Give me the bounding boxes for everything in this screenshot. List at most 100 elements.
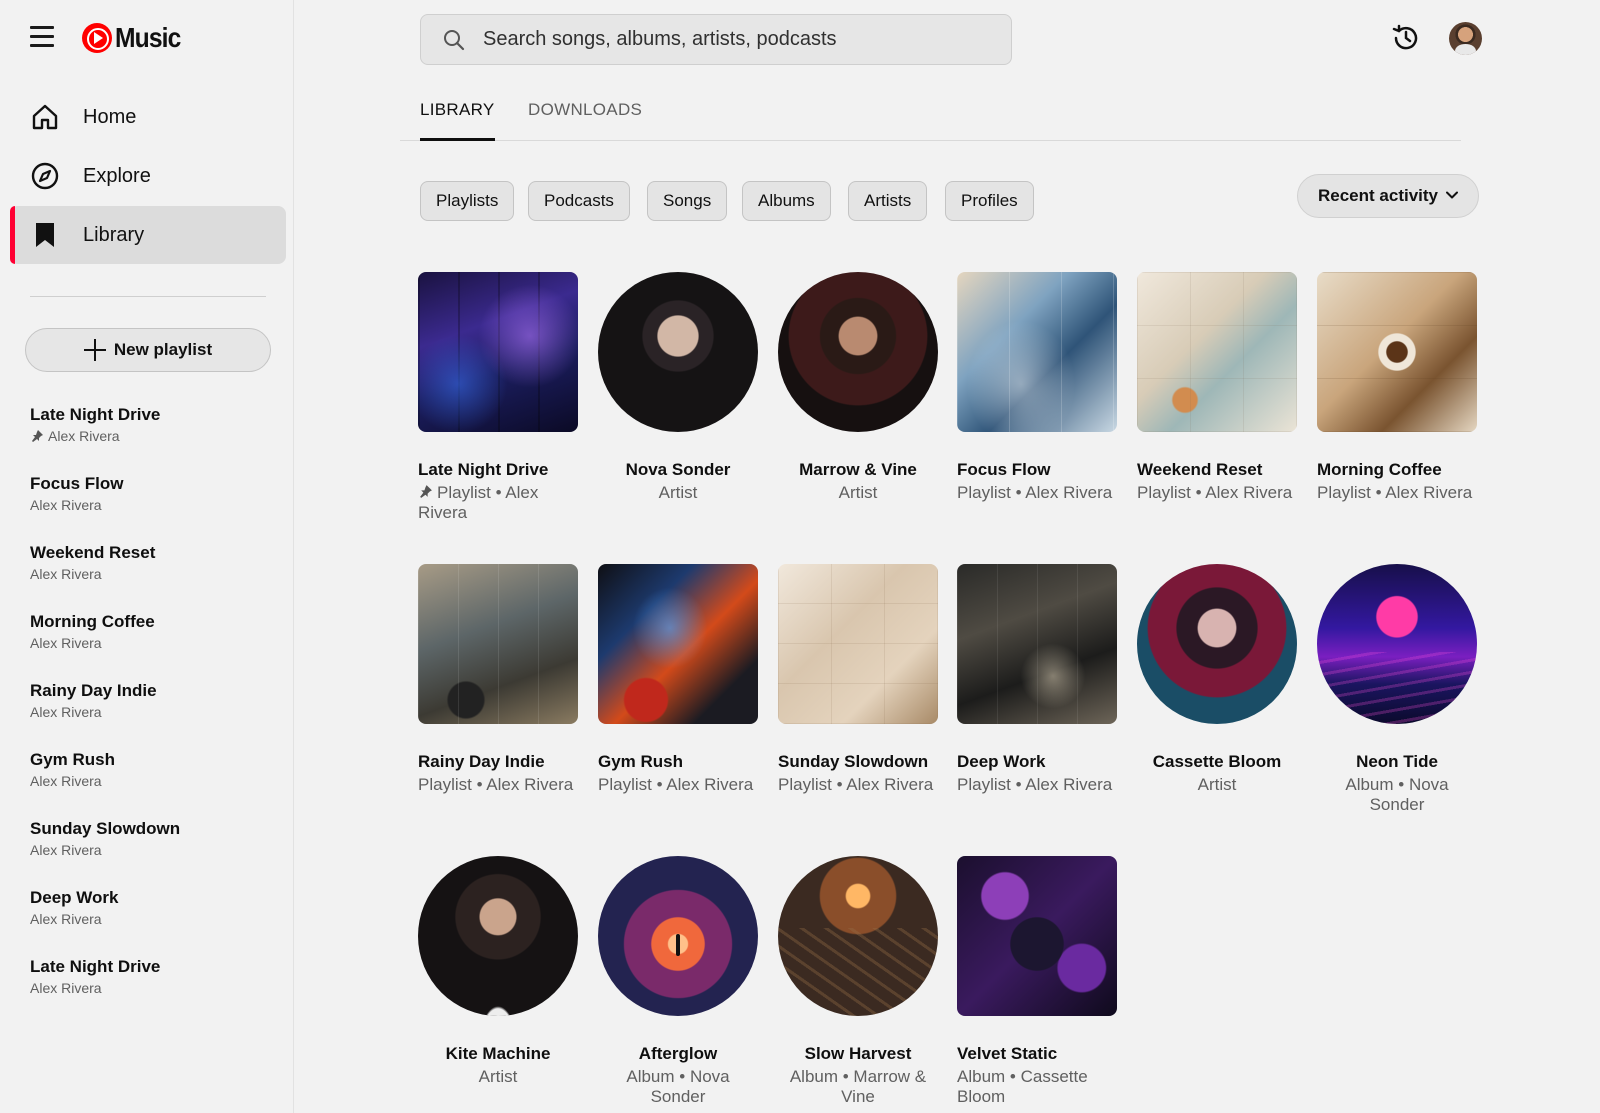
card-title: Weekend Reset: [1137, 460, 1263, 479]
sidebar-playlist-item[interactable]: Rainy Day Indie Alex Rivera: [30, 680, 280, 749]
search-icon: [444, 29, 465, 50]
library-card[interactable]: Marrow & Vine Artist: [778, 272, 938, 503]
sidebar-playlist-item[interactable]: Sunday Slowdown Alex Rivera: [30, 818, 280, 887]
library-card[interactable]: Gym Rush Playlist • Alex Rivera: [598, 564, 758, 795]
playlist-cover[interactable]: [418, 564, 578, 724]
playlist-owner: Alex Rivera: [30, 842, 102, 858]
library-card[interactable]: Morning Coffee Playlist • Alex Rivera: [1317, 272, 1477, 503]
card-subtitle: Playlist • Alex Rivera: [957, 483, 1113, 502]
app-logo[interactable]: Music: [82, 20, 182, 56]
artist-photo[interactable]: [1137, 564, 1297, 724]
chip-podcasts[interactable]: Podcasts: [528, 181, 630, 221]
sidebar-playlist-item[interactable]: Late Night Drive Alex Rivera: [30, 404, 280, 473]
playlist-title: Gym Rush: [30, 750, 116, 769]
playlist-title: Late Night Drive: [30, 405, 161, 424]
library-card[interactable]: Deep Work Playlist • Alex Rivera: [957, 564, 1117, 795]
chip-profiles[interactable]: Profiles: [945, 181, 1034, 221]
album-cover[interactable]: [778, 856, 938, 1016]
card-subtitle: Playlist • Alex Rivera: [598, 775, 754, 794]
sidebar-playlist-item[interactable]: Late Night Drive Alex Rivera: [30, 956, 280, 1025]
artist-photo[interactable]: [418, 856, 578, 1016]
playlist-title: Rainy Day Indie: [30, 681, 157, 700]
playlist-cover[interactable]: [1317, 272, 1477, 432]
search-bar[interactable]: [420, 14, 1012, 65]
sidebar-playlist-item[interactable]: Morning Coffee Alex Rivera: [30, 611, 280, 680]
library-tabs: LIBRARY DOWNLOADS: [400, 96, 1461, 141]
sort-dropdown[interactable]: Recent activity: [1297, 174, 1479, 218]
sidebar-playlist-item[interactable]: Focus Flow Alex Rivera: [30, 473, 280, 542]
card-title: Deep Work: [957, 752, 1046, 771]
library-card[interactable]: Slow Harvest Album • Marrow & Vine: [778, 856, 938, 1107]
music-logo-icon: [82, 23, 112, 53]
library-card[interactable]: Rainy Day Indie Playlist • Alex Rivera: [418, 564, 578, 795]
sidebar-playlist-item[interactable]: Weekend Reset Alex Rivera: [30, 542, 280, 611]
card-title: Rainy Day Indie: [418, 752, 545, 771]
nav-item-home[interactable]: Home: [10, 88, 286, 146]
sidebar-header: Music: [30, 22, 181, 53]
card-subtitle: Album • Cassette Bloom: [957, 1067, 1088, 1106]
playlist-cover[interactable]: [957, 272, 1117, 432]
app-name: Music: [115, 22, 181, 53]
album-cover[interactable]: [598, 856, 758, 1016]
nav-item-explore[interactable]: Explore: [10, 147, 286, 205]
menu-icon[interactable]: [30, 22, 58, 50]
playlist-cover[interactable]: [957, 564, 1117, 724]
library-card[interactable]: Weekend Reset Playlist • Alex Rivera: [1137, 272, 1297, 503]
library-card[interactable]: Kite Machine Artist: [418, 856, 578, 1087]
playlist-cover[interactable]: [418, 272, 578, 432]
sidebar-playlist-item[interactable]: Gym Rush Alex Rivera: [30, 749, 280, 818]
library-card[interactable]: Velvet Static Album • Cassette Bloom: [957, 856, 1117, 1107]
history-icon[interactable]: [1390, 22, 1422, 54]
card-title: Sunday Slowdown: [778, 752, 929, 771]
sidebar-playlist-list: Late Night Drive Alex Rivera Focus Flow …: [30, 404, 280, 1025]
library-card[interactable]: Focus Flow Playlist • Alex Rivera: [957, 272, 1117, 503]
card-title: Nova Sonder: [625, 460, 731, 479]
card-subtitle: Playlist • Alex Rivera: [1137, 483, 1293, 502]
playlist-cover[interactable]: [1137, 272, 1297, 432]
tab-library[interactable]: LIBRARY: [420, 100, 495, 141]
library-card[interactable]: Nova Sonder Artist: [598, 272, 758, 503]
card-title: Morning Coffee: [1317, 460, 1442, 479]
card-title: Neon Tide: [1356, 752, 1438, 771]
avatar[interactable]: [1449, 22, 1482, 55]
album-cover[interactable]: [1317, 564, 1477, 724]
artist-photo[interactable]: [598, 272, 758, 432]
card-subtitle: Playlist • Alex Rivera: [418, 775, 574, 794]
card-subtitle: Artist: [478, 1067, 518, 1086]
playlist-owner: Alex Rivera: [30, 497, 102, 513]
card-subtitle: Playlist • Alex Rivera: [1317, 483, 1473, 502]
library-card[interactable]: Sunday Slowdown Playlist • Alex Rivera: [778, 564, 938, 795]
card-subtitle: Album • Nova Sonder: [626, 1067, 730, 1106]
card-title: Focus Flow: [957, 460, 1051, 479]
album-cover[interactable]: [957, 856, 1117, 1016]
sidebar-playlist-item[interactable]: Deep Work Alex Rivera: [30, 887, 280, 956]
chip-artists[interactable]: Artists: [848, 181, 928, 221]
library-card[interactable]: Late Night Drive Playlist • Alex Rivera: [418, 272, 578, 523]
artist-photo[interactable]: [778, 272, 938, 432]
nav-label: Home: [83, 105, 137, 128]
home-icon: [30, 102, 60, 132]
library-card[interactable]: Neon Tide Album • Nova Sonder: [1317, 564, 1477, 815]
new-playlist-label: New playlist: [113, 340, 213, 359]
playlist-cover[interactable]: [778, 564, 938, 724]
nav-item-library[interactable]: Library: [10, 206, 286, 264]
card-subtitle: Album • Nova Sonder: [1345, 775, 1449, 814]
pin-icon: [420, 485, 432, 498]
chip-playlists[interactable]: Playlists: [420, 181, 515, 221]
playlist-cover[interactable]: [598, 564, 758, 724]
new-playlist-button[interactable]: New playlist: [25, 328, 271, 372]
sort-label: Recent activity: [1318, 186, 1438, 205]
compass-icon: [30, 161, 60, 191]
chip-albums[interactable]: Albums: [742, 181, 831, 221]
library-card[interactable]: Cassette Bloom Artist: [1137, 564, 1297, 795]
playlist-title: Sunday Slowdown: [30, 819, 181, 838]
library-card[interactable]: Afterglow Album • Nova Sonder: [598, 856, 758, 1107]
plus-icon: [83, 339, 106, 361]
card-subtitle-text: Playlist • Alex Rivera: [418, 483, 539, 522]
tab-downloads[interactable]: DOWNLOADS: [528, 100, 642, 141]
search-input[interactable]: [483, 28, 983, 51]
pin-icon: [32, 430, 43, 442]
card-subtitle: Playlist • Alex Rivera: [957, 775, 1113, 794]
playlist-owner: Alex Rivera: [30, 566, 102, 582]
chip-songs[interactable]: Songs: [647, 181, 728, 221]
